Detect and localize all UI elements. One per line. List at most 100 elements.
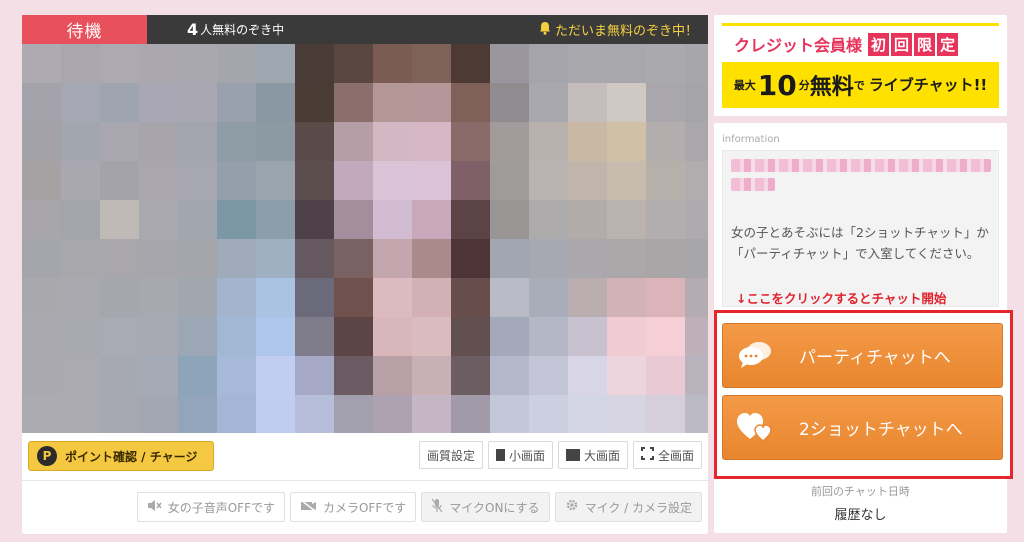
video-mosaic-cell xyxy=(217,278,256,317)
video-mosaic-cell xyxy=(412,200,451,239)
promo-free-text: 無料 xyxy=(809,75,854,100)
large-screen-button[interactable]: 大画面 xyxy=(557,441,628,469)
camera-off-icon xyxy=(300,498,317,516)
video-mosaic-cell xyxy=(61,161,100,200)
video-mosaic-cell xyxy=(412,317,451,356)
viewer-count: 4 人無料のぞき中 xyxy=(187,15,284,44)
status-bar: 待機 4 人無料のぞき中 ただいま無料のぞき中！ xyxy=(22,15,708,44)
fullscreen-icon xyxy=(640,447,654,463)
video-mosaic-cell xyxy=(373,278,412,317)
quality-settings-button[interactable]: 画質設定 xyxy=(418,441,483,469)
video-mosaic-cell xyxy=(22,122,61,161)
mic-off-icon xyxy=(431,498,443,517)
mic-toggle[interactable]: マイクONにする xyxy=(421,492,550,522)
video-mosaic-cell xyxy=(451,395,490,433)
video-mosaic-cell xyxy=(607,356,646,395)
video-mosaic-cell xyxy=(178,44,217,83)
video-mosaic-cell xyxy=(373,83,412,122)
mic-label: マイクONにする xyxy=(449,500,540,515)
video-mosaic-cell xyxy=(490,395,529,433)
video-mosaic-cell xyxy=(139,239,178,278)
video-mosaic-cell xyxy=(646,200,685,239)
video-mosaic-cell xyxy=(685,200,708,239)
video-mosaic-cell xyxy=(178,122,217,161)
view-mode-buttons: 画質設定 小画面 大画面 全画面 xyxy=(418,441,702,469)
video-mosaic-cell xyxy=(490,83,529,122)
video-mosaic-cell xyxy=(568,317,607,356)
video-mosaic-cell xyxy=(646,395,685,433)
promo-free-offer: 最大 10 分 無料 で ライブチャット!! xyxy=(722,62,999,108)
video-mosaic-cell xyxy=(568,239,607,278)
credit-member-promo-banner[interactable]: クレジット会員様 初 回 限 定 最大 10 分 無料 で ライブチャット!! xyxy=(714,15,1007,116)
twoshot-chat-button[interactable]: 2ショットチャットへ xyxy=(722,395,1003,460)
video-controls-row: P ポイント確認 / チャージ 画質設定 小画面 大画面 全画面 xyxy=(22,433,708,481)
information-label: information xyxy=(722,134,780,145)
video-mosaic-cell xyxy=(256,200,295,239)
video-mosaic-cell xyxy=(217,395,256,433)
video-mosaic-cell xyxy=(22,200,61,239)
video-mosaic-cell xyxy=(646,161,685,200)
video-mosaic-cell xyxy=(217,83,256,122)
video-mosaic-cell xyxy=(61,44,100,83)
video-mosaic-cell xyxy=(529,317,568,356)
video-mosaic-cell xyxy=(607,122,646,161)
video-mosaic-cell xyxy=(373,161,412,200)
video-mosaic-cell xyxy=(451,44,490,83)
video-mosaic-cell xyxy=(568,161,607,200)
speaker-muted-icon xyxy=(147,499,162,516)
party-chat-button[interactable]: パーティチャットへ xyxy=(722,323,1003,388)
video-mosaic-cell xyxy=(139,161,178,200)
video-mosaic-cell xyxy=(178,356,217,395)
quality-settings-label: 画質設定 xyxy=(426,448,475,463)
video-mosaic-cell xyxy=(61,317,100,356)
blurred-performer-message xyxy=(731,159,993,211)
video-mosaic-cell xyxy=(295,44,334,83)
video-mosaic-cell xyxy=(529,278,568,317)
video-mosaic-cell xyxy=(100,44,139,83)
performer-video[interactable] xyxy=(22,44,708,433)
video-mosaic-cell xyxy=(22,161,61,200)
video-mosaic-cell xyxy=(646,239,685,278)
video-mosaic-cell xyxy=(646,356,685,395)
video-mosaic-cell xyxy=(178,239,217,278)
small-screen-button[interactable]: 小画面 xyxy=(487,441,553,469)
twoshot-chat-label: 2ショットチャットへ xyxy=(799,420,963,440)
video-mosaic-cell xyxy=(295,317,334,356)
video-mosaic-cell xyxy=(139,200,178,239)
full-screen-button[interactable]: 全画面 xyxy=(632,441,702,469)
pixelated-video-frame xyxy=(22,44,708,433)
point-charge-button[interactable]: P ポイント確認 / チャージ xyxy=(28,441,214,471)
video-mosaic-cell xyxy=(100,317,139,356)
free-peek-notice-text: ただいま無料のぞき中！ xyxy=(554,24,698,39)
video-mosaic-cell xyxy=(490,278,529,317)
video-mosaic-cell xyxy=(139,317,178,356)
girl-audio-toggle[interactable]: 女の子音声OFFです xyxy=(136,492,285,522)
video-mosaic-cell xyxy=(334,161,373,200)
video-mosaic-cell xyxy=(451,317,490,356)
audio-camera-controls-row: 女の子音声OFFです カメラOFFです マイクONにする マイク / カメラ設定 xyxy=(136,492,702,522)
video-mosaic-cell xyxy=(412,44,451,83)
video-mosaic-cell xyxy=(568,356,607,395)
video-mosaic-cell xyxy=(451,122,490,161)
video-mosaic-cell xyxy=(373,395,412,433)
video-mosaic-cell xyxy=(295,356,334,395)
video-mosaic-cell xyxy=(607,161,646,200)
camera-toggle[interactable]: カメラOFFです xyxy=(289,492,417,522)
video-mosaic-cell xyxy=(607,395,646,433)
video-mosaic-cell xyxy=(568,278,607,317)
video-mosaic-cell xyxy=(490,44,529,83)
bell-icon xyxy=(539,21,551,39)
video-mosaic-cell xyxy=(22,317,61,356)
video-mosaic-cell xyxy=(568,200,607,239)
video-mosaic-cell xyxy=(217,122,256,161)
video-mosaic-cell xyxy=(178,317,217,356)
video-mosaic-cell xyxy=(646,317,685,356)
video-mosaic-cell xyxy=(295,161,334,200)
video-mosaic-cell xyxy=(412,239,451,278)
video-mosaic-cell xyxy=(334,122,373,161)
mic-camera-settings-button[interactable]: マイク / カメラ設定 xyxy=(554,492,702,522)
video-mosaic-cell xyxy=(490,161,529,200)
video-mosaic-cell xyxy=(178,278,217,317)
video-mosaic-cell xyxy=(217,161,256,200)
video-mosaic-cell xyxy=(256,44,295,83)
